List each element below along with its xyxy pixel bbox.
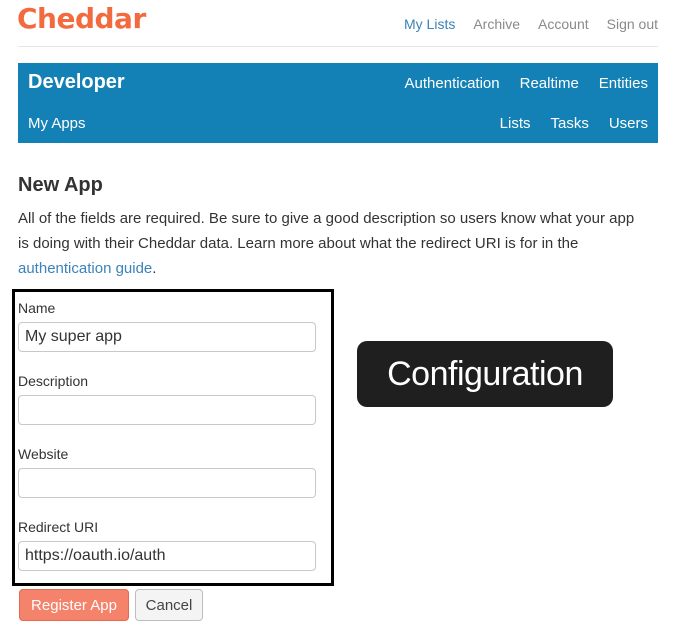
nav-my-apps[interactable]: My Apps (28, 115, 86, 132)
cheddar-logo[interactable]: Cheddar (17, 2, 146, 35)
nav-lists[interactable]: Lists (500, 115, 531, 132)
nav-archive[interactable]: Archive (473, 16, 520, 32)
nav-sign-out[interactable]: Sign out (607, 16, 658, 32)
page-description: All of the fields are required. Be sure … (18, 206, 648, 281)
description-label: Description (18, 373, 89, 389)
configuration-callout: Configuration (357, 341, 613, 407)
developer-secondary-nav: Lists Tasks Users (500, 115, 648, 132)
nav-my-lists[interactable]: My Lists (404, 16, 455, 32)
nav-users[interactable]: Users (609, 115, 648, 132)
website-label: Website (18, 446, 69, 462)
register-app-button[interactable]: Register App (19, 589, 129, 621)
name-label: Name (18, 300, 56, 316)
redirect-uri-field[interactable]: https://oauth.io/auth (18, 541, 316, 571)
cancel-button[interactable]: Cancel (135, 589, 203, 621)
developer-primary-nav: Authentication Realtime Entities (405, 75, 648, 92)
name-field[interactable]: My super app (18, 322, 316, 352)
description-text: All of the fields are required. Be sure … (18, 210, 635, 252)
description-end: . (152, 260, 157, 277)
nav-tasks[interactable]: Tasks (550, 115, 588, 132)
top-nav: My Lists Archive Account Sign out (404, 16, 658, 32)
description-field[interactable] (18, 395, 316, 425)
developer-bar: Developer Authentication Realtime Entiti… (18, 63, 658, 143)
nav-entities[interactable]: Entities (599, 75, 648, 92)
nav-authentication[interactable]: Authentication (405, 75, 500, 92)
page-title: New App (18, 174, 103, 196)
website-field[interactable] (18, 468, 316, 498)
nav-realtime[interactable]: Realtime (520, 75, 579, 92)
nav-account[interactable]: Account (538, 16, 589, 32)
authentication-guide-link[interactable]: authentication guide (18, 260, 152, 277)
header-divider (18, 46, 658, 47)
redirect-uri-label: Redirect URI (18, 519, 99, 535)
developer-title: Developer (28, 71, 125, 93)
